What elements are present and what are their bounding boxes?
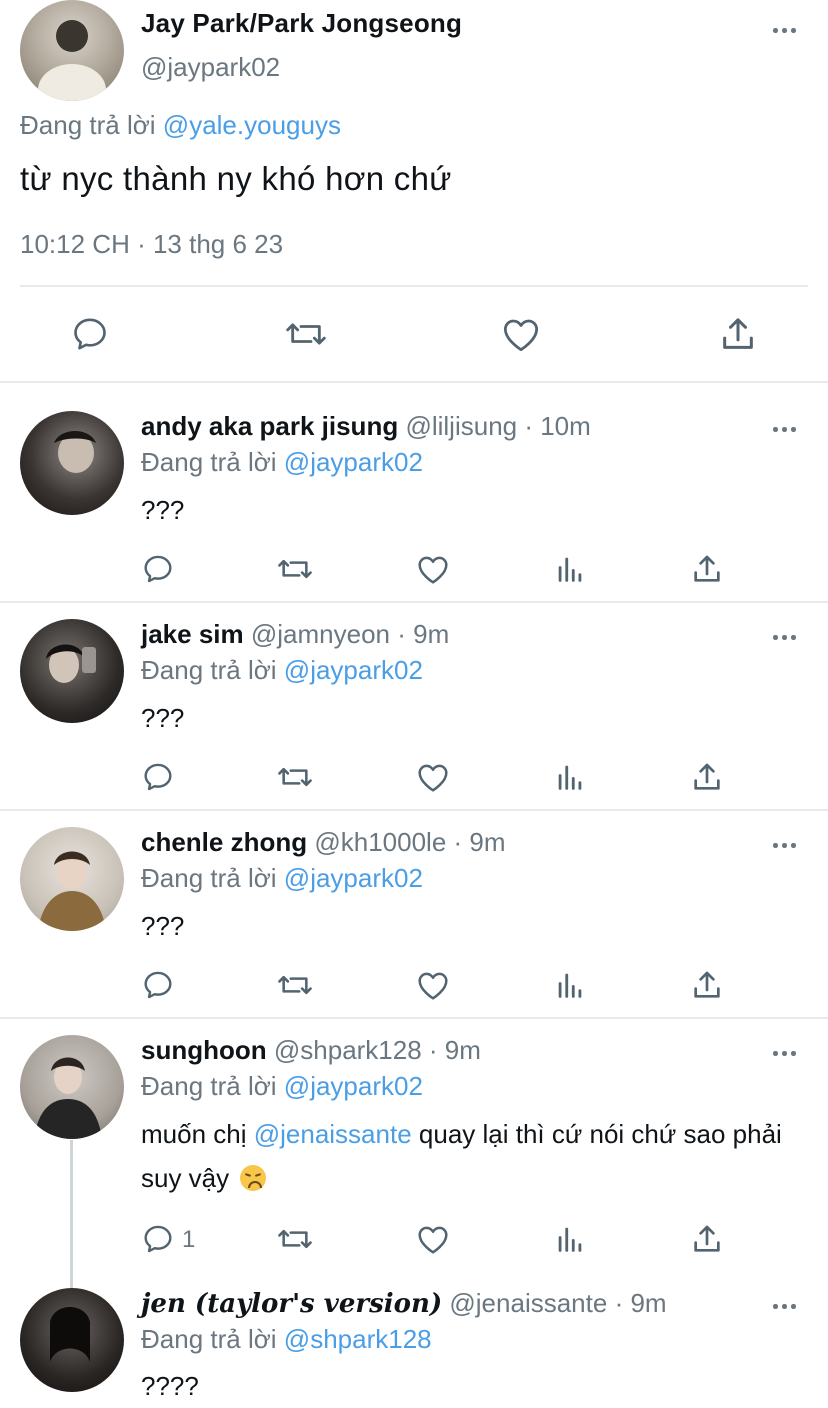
disappointed-face-emoji bbox=[240, 1165, 267, 1191]
reply-header: sunghoon @shpark128 · 9m bbox=[141, 1035, 481, 1066]
divider bbox=[0, 381, 828, 383]
like-icon[interactable] bbox=[415, 1222, 451, 1256]
author-display-name[interactable]: sunghoon bbox=[141, 1035, 267, 1065]
reply-header: jake sim @jamnyeon · 9m bbox=[141, 619, 449, 650]
divider bbox=[0, 809, 828, 811]
like-icon[interactable] bbox=[415, 552, 451, 586]
reply-prefix: Đang trả lời bbox=[141, 655, 277, 685]
share-icon[interactable] bbox=[690, 968, 724, 1002]
reply-to-mention-link[interactable]: @shpark128 bbox=[284, 1324, 432, 1354]
more-options-icon[interactable] bbox=[773, 841, 799, 849]
retweet-icon[interactable] bbox=[284, 314, 328, 354]
divider bbox=[0, 601, 828, 603]
reply-header: jen (taylor's version) @jenaissante · 9m bbox=[141, 1288, 667, 1319]
reply-prefix: Đang trả lời bbox=[141, 447, 277, 477]
reply-icon[interactable] bbox=[141, 1222, 175, 1256]
reply-prefix: Đang trả lời bbox=[20, 110, 156, 140]
reply-time[interactable]: · 9m bbox=[615, 1288, 667, 1318]
reply-text: ??? bbox=[141, 703, 185, 733]
retweet-icon[interactable] bbox=[276, 968, 314, 1002]
reply-to-mention-link[interactable]: @jaypark02 bbox=[284, 1071, 423, 1101]
author-handle[interactable]: @jaypark02 bbox=[141, 52, 280, 83]
reply-prefix: Đang trả lời bbox=[141, 863, 277, 893]
more-options-icon[interactable] bbox=[773, 26, 799, 34]
mention-link[interactable]: @jenaissante bbox=[254, 1119, 412, 1149]
avatar[interactable] bbox=[20, 827, 124, 931]
reply-icon[interactable] bbox=[141, 552, 175, 586]
author-display-name[interactable]: andy aka park jisung bbox=[141, 411, 398, 441]
replying-to-line: Đang trả lời @jaypark02 bbox=[141, 655, 423, 686]
reply-text: ??? bbox=[141, 495, 185, 525]
thread-connector bbox=[70, 1140, 73, 1288]
avatar[interactable] bbox=[20, 411, 124, 515]
share-icon[interactable] bbox=[690, 552, 724, 586]
reply-text: ???? bbox=[141, 1371, 199, 1401]
more-options-icon[interactable] bbox=[773, 425, 799, 433]
reply-icon[interactable] bbox=[141, 760, 175, 794]
views-icon[interactable] bbox=[553, 552, 587, 586]
avatar[interactable] bbox=[20, 1035, 124, 1139]
retweet-icon[interactable] bbox=[276, 1222, 314, 1256]
author-handle[interactable]: @liljisung bbox=[405, 411, 517, 441]
retweet-icon[interactable] bbox=[276, 760, 314, 794]
replying-to-line: Đang trả lời @jaypark02 bbox=[141, 447, 423, 478]
author-display-name[interactable]: jake sim bbox=[141, 619, 244, 649]
author-handle[interactable]: @shpark128 bbox=[274, 1035, 422, 1065]
like-icon[interactable] bbox=[415, 760, 451, 794]
share-icon[interactable] bbox=[718, 314, 758, 354]
views-icon[interactable] bbox=[553, 760, 587, 794]
replying-to-line: Đang trả lời @shpark128 bbox=[141, 1324, 432, 1355]
more-options-icon[interactable] bbox=[773, 1049, 799, 1057]
reply-text-part: muốn chị bbox=[141, 1119, 247, 1149]
tweet-timestamp[interactable]: 10:12 CH · 13 thg 6 23 bbox=[20, 229, 283, 260]
more-options-icon[interactable] bbox=[773, 1302, 799, 1310]
reply-time[interactable]: · 9m bbox=[429, 1035, 481, 1065]
reply-prefix: Đang trả lời bbox=[141, 1324, 277, 1354]
reply-time[interactable]: · 9m bbox=[397, 619, 449, 649]
avatar[interactable] bbox=[20, 1288, 124, 1392]
reply-prefix: Đang trả lời bbox=[141, 1071, 277, 1101]
share-icon[interactable] bbox=[690, 1222, 724, 1256]
reply-to-mention-link[interactable]: @jaypark02 bbox=[284, 447, 423, 477]
reply-icon[interactable] bbox=[141, 968, 175, 1002]
reply-text: ??? bbox=[141, 911, 185, 941]
views-icon[interactable] bbox=[553, 1222, 587, 1256]
reply-count: 1 bbox=[182, 1226, 196, 1253]
replying-to-line: Đang trả lời @jaypark02 bbox=[141, 863, 423, 894]
reply-to-mention-link[interactable]: @yale.youguys bbox=[163, 110, 341, 140]
tweet-text: từ nyc thành ny khó hơn chứ bbox=[20, 160, 452, 197]
retweet-icon[interactable] bbox=[276, 552, 314, 586]
reply-header: chenle zhong @kh1000le · 9m bbox=[141, 827, 506, 858]
author-handle[interactable]: @jamnyeon bbox=[251, 619, 390, 649]
avatar[interactable] bbox=[20, 619, 124, 723]
more-options-icon[interactable] bbox=[773, 633, 799, 641]
replying-to-line: Đang trả lời @yale.youguys bbox=[20, 110, 341, 141]
reply-header: andy aka park jisung @liljisung · 10m bbox=[141, 411, 591, 442]
reply-icon[interactable] bbox=[70, 314, 110, 354]
author-handle[interactable]: @jenaissante bbox=[449, 1288, 607, 1318]
reply-time[interactable]: · 10m bbox=[524, 411, 590, 441]
divider bbox=[20, 285, 808, 287]
author-handle[interactable]: @kh1000le bbox=[314, 827, 446, 857]
like-icon[interactable] bbox=[415, 968, 451, 1002]
author-display-name[interactable]: chenle zhong bbox=[141, 827, 307, 857]
reply-to-mention-link[interactable]: @jaypark02 bbox=[284, 863, 423, 893]
views-icon[interactable] bbox=[553, 968, 587, 1002]
like-icon[interactable] bbox=[500, 314, 542, 354]
reply-time[interactable]: · 9m bbox=[454, 827, 506, 857]
author-display-name[interactable]: jen (taylor's version) bbox=[141, 1289, 442, 1319]
share-icon[interactable] bbox=[690, 760, 724, 794]
avatar[interactable] bbox=[20, 0, 124, 101]
reply-to-mention-link[interactable]: @jaypark02 bbox=[284, 655, 423, 685]
replying-to-line: Đang trả lời @jaypark02 bbox=[141, 1071, 423, 1102]
reply-text: muốn chị @jenaissante quay lại thì cứ nó… bbox=[141, 1112, 811, 1200]
divider bbox=[0, 1017, 828, 1019]
author-display-name[interactable]: Jay Park/Park Jongseong bbox=[141, 8, 462, 39]
